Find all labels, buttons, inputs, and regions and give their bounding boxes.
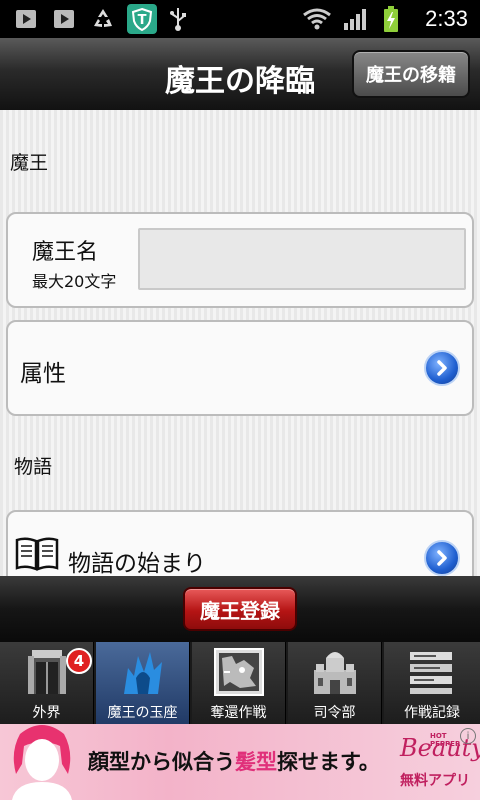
tab-label: 外界 <box>32 705 61 721</box>
throne-icon <box>118 648 168 696</box>
story-start-label: 物語の始まり <box>68 551 206 576</box>
tab-maou-throne[interactable]: 魔王の玉座 <box>96 642 190 724</box>
page-title: 魔王の降臨 <box>165 64 315 99</box>
tab-bar: 4 外界 魔王の玉座 奪還作戦 司令部 作戦記録 <box>0 642 480 724</box>
book-icon <box>14 536 60 576</box>
woman-silhouette-icon <box>2 724 82 800</box>
name-hint: 最大20文字 <box>32 272 117 291</box>
transfer-maou-button[interactable]: 魔王の移籍 <box>352 50 470 98</box>
tab-label: 作戦記録 <box>404 705 460 721</box>
gate-icon <box>22 648 72 696</box>
ad-headline: 顔型から似合う髪型探せます。 <box>88 746 380 776</box>
story-start-row[interactable]: 物語の始まり <box>6 510 474 576</box>
signal-icon <box>342 6 370 32</box>
tab-operation-log[interactable]: 作戦記録 <box>384 642 480 724</box>
section-header-maou: 魔王 <box>10 152 49 174</box>
clock: 2:33 <box>425 6 468 31</box>
tab-label: 魔王の玉座 <box>107 705 178 721</box>
name-card: 魔王名 最大20文字 <box>6 212 474 308</box>
tab-headquarters[interactable]: 司令部 <box>288 642 382 724</box>
attribute-label: 属性 <box>20 361 66 387</box>
register-bar: 魔王登録 <box>0 576 480 642</box>
status-bar: T 2:33 <box>0 0 480 38</box>
section-header-story: 物語 <box>14 456 53 478</box>
shield-t-icon: T <box>126 4 158 34</box>
usb-icon <box>168 6 188 32</box>
recycle-icon <box>90 6 116 32</box>
tab-label: 司令部 <box>313 705 356 721</box>
chevron-right-icon <box>424 540 460 576</box>
notification-badge: 4 <box>66 648 92 674</box>
play-store-icon <box>14 6 38 32</box>
main-content[interactable]: 魔王 魔王名 最大20文字 属性 物語 物語の始まり <box>0 110 480 576</box>
battery-charging-icon <box>382 6 400 32</box>
records-icon <box>406 648 456 696</box>
tab-label: 奪還作戦 <box>210 705 267 721</box>
maou-name-input[interactable] <box>138 228 466 290</box>
name-label: 魔王名 <box>32 240 99 265</box>
tab-recapture-operation[interactable]: 奪還作戦 <box>192 642 286 724</box>
title-bar: 魔王の降臨 魔王の移籍 <box>0 38 480 110</box>
register-maou-button[interactable]: 魔王登録 <box>183 587 297 631</box>
castle-icon <box>310 648 360 696</box>
map-icon <box>214 648 264 696</box>
tab-outer-world[interactable]: 4 外界 <box>0 642 94 724</box>
ad-text-pre: 顔型から似合う <box>88 750 235 774</box>
svg-text:T: T <box>138 13 147 28</box>
ad-text-highlight: 髪型 <box>235 750 277 774</box>
ad-banner[interactable]: 顔型から似合う髪型探せます。 HOT PEPPER Beauty 無料アプリ i <box>0 724 480 800</box>
play-store-icon <box>52 6 76 32</box>
wifi-icon <box>302 6 332 32</box>
chevron-right-icon <box>424 350 460 386</box>
attribute-row[interactable]: 属性 <box>6 320 474 416</box>
info-icon[interactable]: i <box>460 728 476 744</box>
ad-text-post: 探せます。 <box>277 750 380 774</box>
ad-brand-sub: 無料アプリ <box>400 773 470 789</box>
